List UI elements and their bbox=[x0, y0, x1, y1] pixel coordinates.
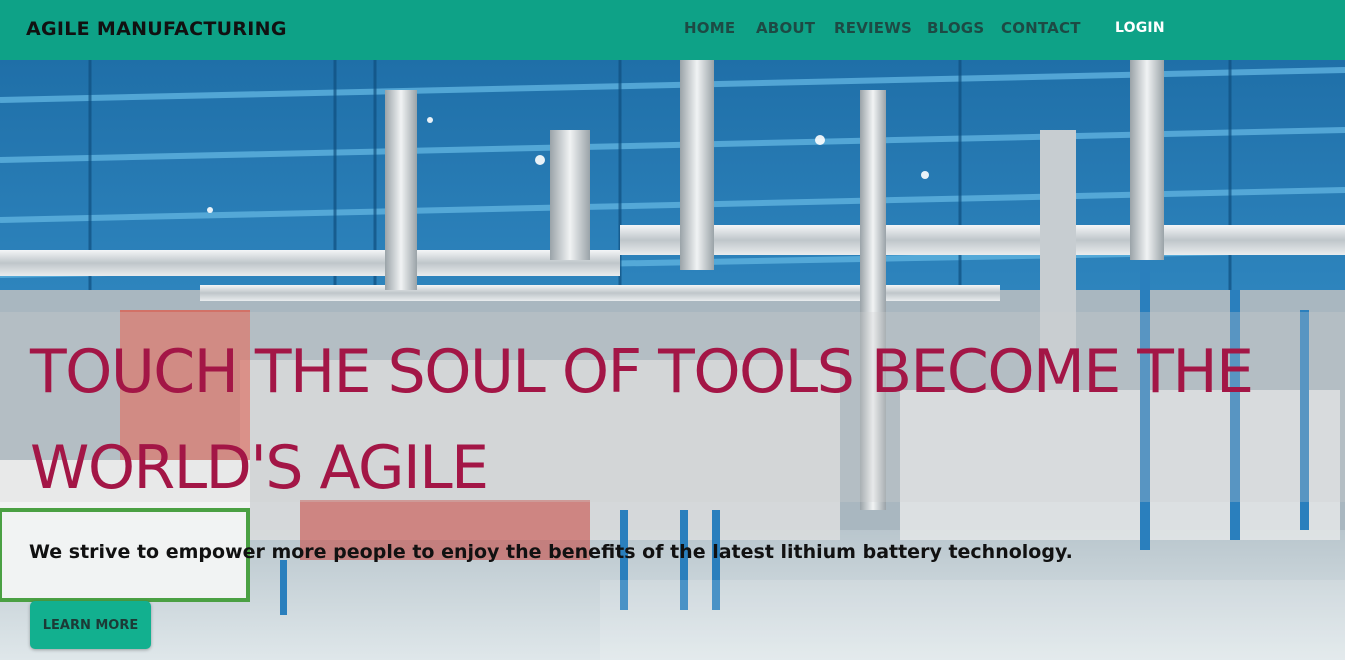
nav-about[interactable]: ABOUT bbox=[756, 19, 815, 37]
login-link[interactable]: LOGIN bbox=[1115, 20, 1165, 36]
nav-reviews[interactable]: REVIEWS bbox=[834, 19, 912, 37]
main-nav: HOME ABOUT REVIEWS BLOGS CONTACT LOGIN bbox=[0, 19, 1345, 39]
hero-subline: We strive to empower more people to enjo… bbox=[29, 541, 1073, 563]
nav-home[interactable]: HOME bbox=[684, 19, 735, 37]
nav-contact[interactable]: CONTACT bbox=[1001, 19, 1081, 37]
site-header: AGILE MANUFACTURING HOME ABOUT REVIEWS B… bbox=[0, 0, 1345, 60]
learn-more-button[interactable]: LEARN MORE bbox=[30, 601, 151, 649]
nav-blogs[interactable]: BLOGS bbox=[927, 19, 984, 37]
hero-headline: TOUCH THE SOUL OF TOOLS BECOME THE WORLD… bbox=[30, 337, 1254, 503]
